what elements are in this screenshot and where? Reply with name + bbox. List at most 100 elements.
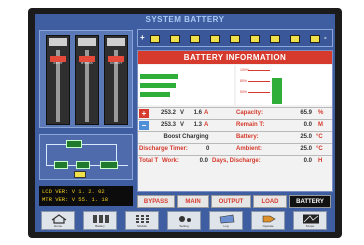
battery-cell <box>210 35 220 43</box>
work-value: 0.0 <box>199 158 208 164</box>
nav-label: Log <box>223 224 229 228</box>
positive-voltage-value: 253.2 <box>160 110 176 116</box>
nav-setting-button[interactable]: Setting <box>167 211 201 230</box>
ambient-temp-label: Ambient: <box>236 146 262 152</box>
lcd-version: LCD VER: V 1. 2. 02 <box>42 188 105 195</box>
negative-current-value: 1.3 <box>193 122 202 128</box>
version-info: LCD VER: V 1. 2. 02 MTR VER: V 55. 1. 18 <box>39 186 133 206</box>
plus-button[interactable]: + <box>139 109 149 118</box>
waveform-icon <box>303 214 319 224</box>
capacity-chart: 100% 80% 50% <box>236 65 332 105</box>
positive-terminal-label: + <box>140 33 145 42</box>
days-discharge-value: 0.0 <box>303 158 312 164</box>
page-title: SYSTEM BATTERY <box>145 15 225 24</box>
capacity-unit: % <box>318 110 324 116</box>
discharge-timer-label: Discharge Timer: <box>139 146 188 152</box>
ups-screen: SYSTEM BATTERY INPUT BYPASS OUTPUT LCD V… <box>35 14 335 232</box>
nav-label: Home <box>53 224 62 228</box>
positive-voltage-bar <box>140 74 178 79</box>
remain-time-unit: M <box>318 122 323 128</box>
tab-battery[interactable]: BATTERY <box>289 195 331 208</box>
mtr-version: MTR VER: V 55. 1. 18 <box>42 196 109 203</box>
capacity-label: Capacity: <box>236 110 264 116</box>
battery-readings-table: + 253.2 V 1.6 A Capacity: 65.9 % − 253.3… <box>138 107 332 167</box>
nav-log-button[interactable]: Log <box>209 211 243 230</box>
capacity-value: 65.9 <box>300 110 312 116</box>
discharge-timer-row: Discharge Timer: 0 Ambient: 25.0 °C <box>138 143 332 155</box>
total-time-row: Total T Work: 0.0 Days, Discharge: 0.0 H <box>138 155 332 167</box>
battery-cell <box>170 35 180 43</box>
negative-string-row: − 253.3 V 1.3 A Remain T: 0.0 M <box>138 119 332 131</box>
unit-a: A <box>204 122 209 128</box>
battery-temp-unit: °C <box>316 134 323 140</box>
battery-cell <box>230 35 240 43</box>
capacity-bar <box>272 78 282 104</box>
power-flow-diagram <box>39 134 133 180</box>
negative-voltage-value: 253.3 <box>160 122 176 128</box>
nav-label: Operate <box>262 224 274 228</box>
bypass-block <box>66 140 82 148</box>
negative-voltage-bar <box>140 83 176 88</box>
tab-bypass[interactable]: BYPASS <box>137 195 175 208</box>
remain-time-label: Remain T: <box>236 122 265 128</box>
nav-operate-button[interactable]: Operate <box>251 211 285 230</box>
bottom-nav: Home Battery Module Setting Log Operate … <box>37 211 333 231</box>
discharge-timer-value: 0 <box>206 146 210 152</box>
input-gauge <box>46 35 70 125</box>
gauge-label-output: OUTPUT <box>109 61 123 65</box>
nav-label: Battery <box>95 224 105 228</box>
voltage-current-bars <box>138 65 234 105</box>
negative-terminal-label: - <box>324 33 327 42</box>
work-label: Work: <box>162 158 179 164</box>
nav-label: Scope <box>305 224 315 228</box>
days-discharge-unit: H <box>318 158 323 164</box>
battery-information-header: BATTERY INFORMATION <box>138 51 332 64</box>
nav-home-button[interactable]: Home <box>41 211 75 230</box>
battery-information-panel: BATTERY INFORMATION 100% 80% 50% + 253.2… <box>137 50 333 192</box>
positive-string-row: + 253.2 V 1.6 A Capacity: 65.9 % <box>138 107 332 119</box>
battery-temp-value: 25.0 <box>300 134 312 140</box>
nav-scope-button[interactable]: Scope <box>293 211 327 230</box>
nav-label: Setting <box>179 224 189 228</box>
level-gauges-panel: INPUT BYPASS OUTPUT <box>39 30 133 128</box>
tab-load[interactable]: LOAD <box>253 195 287 208</box>
tab-main[interactable]: MAIN <box>177 195 209 208</box>
nav-label: Module <box>137 224 147 228</box>
battery-temp-label: Battery: <box>236 134 259 140</box>
rectifier-block <box>54 161 68 169</box>
pct-label: 50% <box>240 90 248 94</box>
battery-cell <box>250 35 260 43</box>
battery-pack-icon <box>93 215 109 223</box>
unit-a: A <box>204 110 209 116</box>
nav-battery-button[interactable]: Battery <box>83 211 117 230</box>
unit-v: V <box>180 110 185 116</box>
remain-time-value: 0.0 <box>303 122 312 128</box>
log-icon <box>219 214 235 224</box>
battery-cell <box>190 35 200 43</box>
unit-v: V <box>180 122 185 128</box>
positive-current-value: 1.6 <box>193 110 202 116</box>
ambient-temp-unit: °C <box>316 146 323 152</box>
gauge-label-input: INPUT <box>53 61 63 65</box>
battery-cell <box>290 35 300 43</box>
inverter-block <box>76 161 90 169</box>
output-gauge <box>104 35 128 125</box>
battery-string-strip: + - <box>137 29 333 47</box>
nav-module-button[interactable]: Module <box>125 211 159 230</box>
days-discharge-label: Days, Discharge: <box>212 158 261 164</box>
settings-icon <box>179 216 191 222</box>
bypass-gauge <box>75 35 99 125</box>
minus-button[interactable]: − <box>139 121 149 130</box>
output-block <box>100 161 118 169</box>
charge-status: Boost Charging <box>163 134 209 140</box>
battery-block <box>74 171 86 178</box>
battery-cell <box>310 35 320 43</box>
module-grid-icon <box>136 215 149 223</box>
operate-icon <box>262 215 276 223</box>
pct-label: 80% <box>240 79 248 83</box>
home-icon <box>51 214 67 224</box>
tab-output[interactable]: OUTPUT <box>211 195 251 208</box>
ambient-temp-value: 25.0 <box>300 146 312 152</box>
battery-cell <box>150 35 160 43</box>
current-bar <box>140 92 170 97</box>
